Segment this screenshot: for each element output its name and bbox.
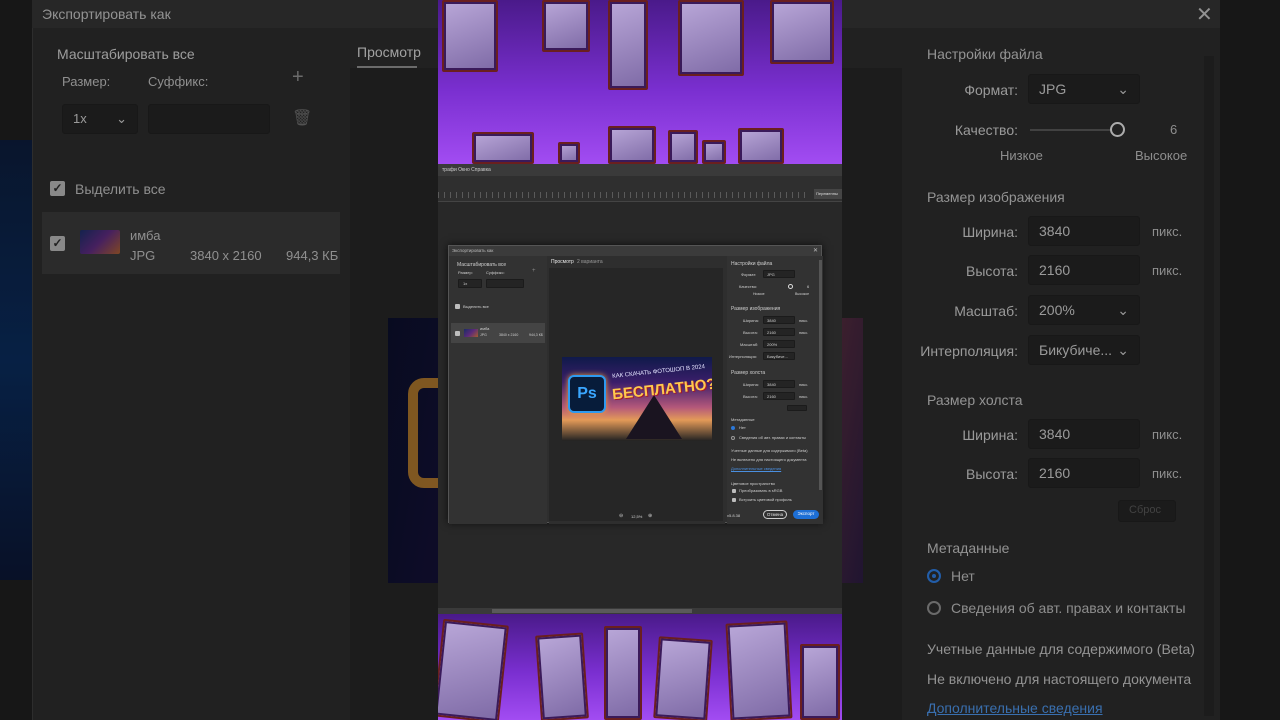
width-label: Ширина: bbox=[743, 318, 759, 323]
dialog-titlebar: Экспортировать как ✕ bbox=[449, 246, 821, 256]
close-icon[interactable]: ✕ bbox=[813, 247, 818, 254]
metadata-none-radio[interactable] bbox=[731, 426, 735, 430]
photoshop-ruler: Переменны bbox=[438, 176, 842, 202]
format-select[interactable]: JPG bbox=[763, 270, 795, 278]
scale-value: 200% bbox=[767, 342, 778, 347]
metadata-copyright-label: Сведения об авт. правах и контакты bbox=[739, 435, 807, 440]
color-space-heading: Цветовое пространство bbox=[731, 481, 776, 486]
scale-all-heading: Масштабировать все bbox=[457, 262, 507, 268]
quality-slider-handle[interactable] bbox=[788, 284, 793, 289]
ruler-tag: Переменны bbox=[814, 189, 842, 199]
canvas-height-value: 2160 bbox=[767, 394, 776, 399]
file-settings-heading: Настройки файла bbox=[731, 261, 773, 267]
interpolation-select[interactable]: Бикубиче... bbox=[763, 352, 795, 360]
canvas-width-unit: пикс. bbox=[799, 382, 809, 387]
export-dialog: Экспортировать как ✕ Масштабировать все … bbox=[448, 245, 823, 524]
asset-thumbnail bbox=[464, 329, 478, 337]
interpolation-value: Бикубиче... bbox=[767, 354, 788, 359]
bottom-3d-letters-artwork bbox=[438, 614, 842, 720]
photoshop-menu-bar: трафи Окно Справка bbox=[438, 164, 842, 176]
quality-label: Качество: bbox=[739, 284, 758, 289]
video-frame: трафи Окно Справка Переменны Экспортиров… bbox=[438, 0, 842, 720]
select-all-checkbox[interactable] bbox=[455, 304, 460, 309]
content-credentials-heading: Учетные данные для содержимого (Beta) bbox=[731, 448, 808, 453]
zoom-in-icon[interactable]: ⊕ bbox=[648, 513, 652, 519]
canvas-height-input[interactable]: 2160 bbox=[763, 392, 795, 400]
height-value: 2160 bbox=[767, 330, 776, 335]
tab-preview[interactable]: Просмотр bbox=[551, 259, 574, 265]
not-enabled-text: Не включено для настоящего документа bbox=[731, 457, 807, 462]
scale-label: Масштаб: bbox=[740, 342, 759, 347]
ps-logo: Ps bbox=[568, 375, 606, 413]
width-input[interactable]: 3840 bbox=[763, 316, 795, 324]
left-panel: Масштабировать все Размер: Суффикс: + 1x… bbox=[449, 256, 547, 524]
canvas-height-label: Высота: bbox=[743, 394, 758, 399]
zoom-out-icon[interactable]: ⊖ bbox=[619, 513, 623, 519]
more-info-link[interactable]: Дополнительные сведения bbox=[731, 466, 781, 471]
canvas-height-unit: пикс. bbox=[799, 394, 809, 399]
canvas-width-input[interactable]: 3840 bbox=[763, 380, 795, 388]
embed-profile-checkbox[interactable] bbox=[732, 498, 736, 502]
quality-value: 6 bbox=[807, 284, 810, 289]
preview-image: Ps КАК СКАЧАТЬ ФОТОШОП В 2024 БЕСПЛАТНО? bbox=[562, 357, 712, 441]
size-value: 1x bbox=[463, 281, 468, 286]
export-button[interactable]: Экспорт bbox=[793, 510, 819, 519]
add-scale-icon[interactable]: + bbox=[532, 268, 536, 274]
cancel-button[interactable]: Отмена bbox=[763, 510, 787, 519]
reset-button[interactable] bbox=[787, 405, 807, 411]
size-select[interactable]: 1x bbox=[458, 279, 482, 288]
select-all-label: Выделить все bbox=[463, 304, 489, 309]
preview-area: Ps КАК СКАЧАТЬ ФОТОШОП В 2024 БЕСПЛАТНО?… bbox=[549, 268, 723, 521]
asset-format: JPG bbox=[480, 333, 487, 337]
asset-checkbox[interactable] bbox=[455, 331, 460, 336]
tab-2up[interactable]: 2 варианта bbox=[577, 259, 603, 265]
canvas-size-heading: Размер холста bbox=[731, 370, 766, 376]
version-label: v5.8.38 bbox=[727, 513, 741, 518]
convert-srgb-checkbox[interactable] bbox=[732, 489, 736, 493]
width-value: 3840 bbox=[767, 318, 776, 323]
suffix-input[interactable] bbox=[486, 279, 524, 288]
metadata-none-label: Нет bbox=[739, 425, 746, 430]
canvas-width-value: 3840 bbox=[767, 382, 776, 387]
right-panel-scrollbar[interactable] bbox=[819, 260, 822, 490]
convert-srgb-label: Преобразовать в sRGB bbox=[739, 488, 783, 493]
asset-dimensions: 3840 x 2160 bbox=[499, 333, 519, 337]
width-unit: пикс. bbox=[799, 318, 809, 323]
canvas-width-label: Ширина: bbox=[743, 382, 759, 387]
height-label: Высота: bbox=[743, 330, 758, 335]
format-value: JPG bbox=[767, 272, 775, 277]
metadata-copyright-radio[interactable] bbox=[731, 436, 735, 440]
top-3d-letters-artwork bbox=[438, 0, 842, 164]
metadata-heading: Метаданные bbox=[731, 417, 755, 422]
right-panel: Настройки файла Формат: JPG Качество: 6 … bbox=[727, 256, 823, 524]
dialog-title: Экспортировать как bbox=[452, 248, 494, 253]
interpolation-label: Интерполяция: bbox=[729, 354, 757, 359]
zoom-level: 12,5% bbox=[631, 514, 643, 519]
size-label: Размер: bbox=[458, 270, 473, 275]
scale-select[interactable]: 200% bbox=[763, 340, 795, 348]
center-panel: Просмотр 2 варианта Ps КАК СКАЧАТЬ ФОТОШ… bbox=[549, 256, 725, 524]
asset-name: имба bbox=[480, 326, 490, 331]
quality-high-label: Высокое bbox=[795, 292, 810, 296]
suffix-label: Суффикс: bbox=[486, 270, 505, 275]
image-size-heading: Размер изображения bbox=[731, 306, 781, 312]
quality-low-label: Низкое bbox=[753, 292, 765, 296]
height-input[interactable]: 2160 bbox=[763, 328, 795, 336]
mountain-shape bbox=[626, 395, 682, 439]
asset-filesize: 944,3 КБ bbox=[529, 333, 544, 337]
embed-profile-label: Встроить цветовой профиль bbox=[739, 497, 792, 502]
height-unit: пикс. bbox=[799, 330, 809, 335]
format-label: Формат: bbox=[741, 272, 757, 277]
